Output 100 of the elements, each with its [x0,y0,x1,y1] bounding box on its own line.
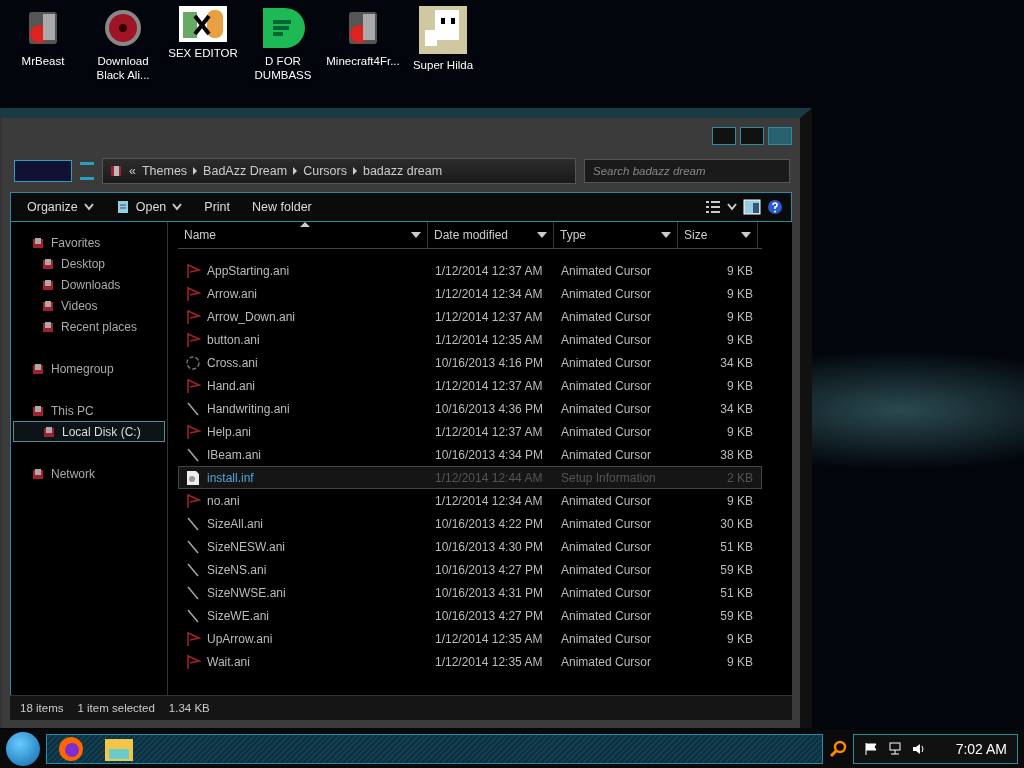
date-cell-text: 1/12/2014 12:37 AM [434,309,544,324]
caret-icon[interactable] [727,203,737,211]
date-cell-text: 10/16/2013 4:27 PM [434,608,545,623]
date-cell-text: 1/12/2014 12:37 AM [434,424,544,439]
file-row[interactable]: Hand.ani 1/12/2014 12:37 AM Animated Cursor 9 KB [178,374,762,397]
address-bar[interactable]: « Themes BadAzz Dream Cursors badazz dream [102,158,576,184]
toolbar-button[interactable]: Organize [19,198,102,216]
date-cell-text: 1/12/2014 12:34 AM [434,286,544,301]
search-icon[interactable] [828,740,847,758]
desktop-icon-label[interactable]: SEX EDITOR [168,46,238,60]
preview-pane-icon[interactable] [743,199,761,215]
size-cell-text: 9 KB [726,631,754,646]
caret-icon[interactable] [172,203,183,211]
desktop-icon-label[interactable]: Super Hilda [412,58,474,72]
file-row[interactable]: SizeAll.ani 10/16/2013 4:22 PM Animated Cursor 30 KB [178,512,762,535]
file-row[interactable]: install.inf 1/12/2014 12:44 AM Setup Information 2 KB [178,466,762,489]
toolbar-button[interactable]: Open [107,198,191,216]
breadcrumb[interactable]: badazz dream [362,164,443,178]
date-cell-text: 1/12/2014 12:37 AM [434,378,544,393]
file-row[interactable]: Handwriting.ani 10/16/2013 4:36 PM Animated Cursor 34 KB [178,397,762,420]
column-header[interactable]: Date modified [428,222,554,248]
dropdown-arrow-icon[interactable] [411,232,421,238]
nav-group[interactable]: Homegroup [11,358,167,379]
file-row[interactable]: SizeNS.ani 10/16/2013 4:27 PM Animated Cursor 59 KB [178,558,762,581]
cursor-file-icon [185,423,201,440]
size-cell-text: 2 KB [726,470,754,485]
overflow-chevron[interactable]: « [129,164,136,178]
file-row[interactable]: Cross.ani 10/16/2013 4:16 PM Animated Cursor 34 KB [178,351,762,374]
breadcrumb-arrow-icon[interactable] [352,167,357,175]
file-row[interactable]: Arrow.ani 1/12/2014 12:34 AM Animated Cursor 9 KB [178,282,762,305]
flag-icon[interactable] [863,742,878,756]
view-list-icon[interactable] [705,200,721,214]
date-cell-text: 10/16/2013 4:16 PM [434,355,545,370]
file-row[interactable]: Arrow_Down.ani 1/12/2014 12:37 AM Animated Cursor 9 KB [178,305,762,328]
file-row[interactable]: no.ani 1/12/2014 12:34 AM Animated Cursor 9 KB [178,489,762,512]
nav-group[interactable]: Network [11,463,167,484]
file-row[interactable]: IBeam.ani 10/16/2013 4:34 PM Animated Cursor 38 KB [178,443,762,466]
network-icon[interactable] [887,742,902,756]
date-cell-text: 10/16/2013 4:34 PM [434,447,545,462]
desktop-icon-label[interactable]: Minecraft4Fr... [326,54,400,68]
clock[interactable]: 7:02 AM [955,741,1007,757]
column-header[interactable]: Type [554,222,678,248]
file-name: Hand.ani [207,378,256,393]
size-cell-text: 59 KB [719,608,754,623]
file-row[interactable]: UpArrow.ani 1/12/2014 12:35 AM Animated Cursor 9 KB [178,627,762,650]
dropdown-arrow-icon[interactable] [537,232,547,238]
folder-icon [31,361,45,376]
breadcrumb-arrow-icon[interactable] [193,167,198,175]
desktop-icon-label[interactable]: MrBeast [21,54,65,68]
date-cell-text: 1/12/2014 12:35 AM [434,332,544,347]
nav-group[interactable]: Favorites [11,232,167,253]
file-row[interactable]: AppStarting.ani 1/12/2014 12:37 AM Animated Cursor 9 KB [178,259,762,282]
file-row[interactable]: Help.ani 1/12/2014 12:37 AM Animated Cursor 9 KB [178,420,762,443]
size-cell-text: 9 KB [726,493,754,508]
nav-item[interactable]: Downloads [11,274,167,295]
toolbar-button[interactable]: Print [196,198,239,216]
column-header[interactable]: Size [678,222,758,248]
maximize-button[interactable] [740,127,764,145]
toolbar-button[interactable]: New folder [244,198,320,216]
nav-group[interactable]: This PC [11,400,167,421]
file-name: IBeam.ani [207,447,262,462]
column-header[interactable]: Name [178,222,428,248]
file-row[interactable]: SizeNWSE.ani 10/16/2013 4:31 PM Animated Cursor 51 KB [178,581,762,604]
line-cursor-icon [185,538,201,555]
folder-icon [41,256,55,271]
file-row[interactable]: SizeNESW.ani 10/16/2013 4:30 PM Animated Cursor 51 KB [178,535,762,558]
breadcrumb-arrow-icon[interactable] [293,167,298,175]
cursor-file-icon [185,653,201,670]
help-icon[interactable] [767,199,783,215]
breadcrumb[interactable]: BadAzz Dream [203,164,288,178]
desktop-icon-label[interactable]: Download Black Ali... [86,54,160,82]
type-cell-text: Setup Information [560,470,657,485]
folder-icon [41,319,55,334]
start-button[interactable] [6,732,40,766]
speaker-icon[interactable] [911,742,926,756]
type-cell-text: Animated Cursor [560,585,653,600]
size-cell-text: 9 KB [726,286,754,301]
file-row[interactable]: Wait.ani 1/12/2014 12:35 AM Animated Cursor 9 KB [178,650,762,673]
line-cursor-icon [185,561,201,578]
dropdown-arrow-icon[interactable] [661,232,671,238]
nav-item[interactable]: Desktop [11,253,167,274]
dropdown-arrow-icon[interactable] [741,232,751,238]
desktop-icon-label[interactable]: D FOR DUMBASS [246,54,320,82]
breadcrumb[interactable]: Themes [141,164,188,178]
nav-item[interactable]: Videos [11,295,167,316]
size-cell-text: 9 KB [726,424,754,439]
file-row[interactable]: button.ani 1/12/2014 12:35 AM Animated Cursor 9 KB [178,328,762,351]
date-cell-text: 1/12/2014 12:37 AM [434,263,544,278]
nav-item[interactable]: Local Disk (C:) [13,421,165,442]
type-cell-text: Animated Cursor [560,608,653,623]
breadcrumb[interactable]: Cursors [303,164,347,178]
search-field[interactable]: Search badazz dream [584,159,790,183]
date-cell-text: 10/16/2013 4:22 PM [434,516,545,531]
type-cell-text: Animated Cursor [560,654,653,669]
file-name: SizeNS.ani [207,562,267,577]
minimize-button[interactable] [712,127,736,145]
nav-item[interactable]: Recent places [11,316,167,337]
caret-icon[interactable] [83,203,94,211]
file-name: Help.ani [207,424,252,439]
file-row[interactable]: SizeWE.ani 10/16/2013 4:27 PM Animated Cursor 59 KB [178,604,762,627]
